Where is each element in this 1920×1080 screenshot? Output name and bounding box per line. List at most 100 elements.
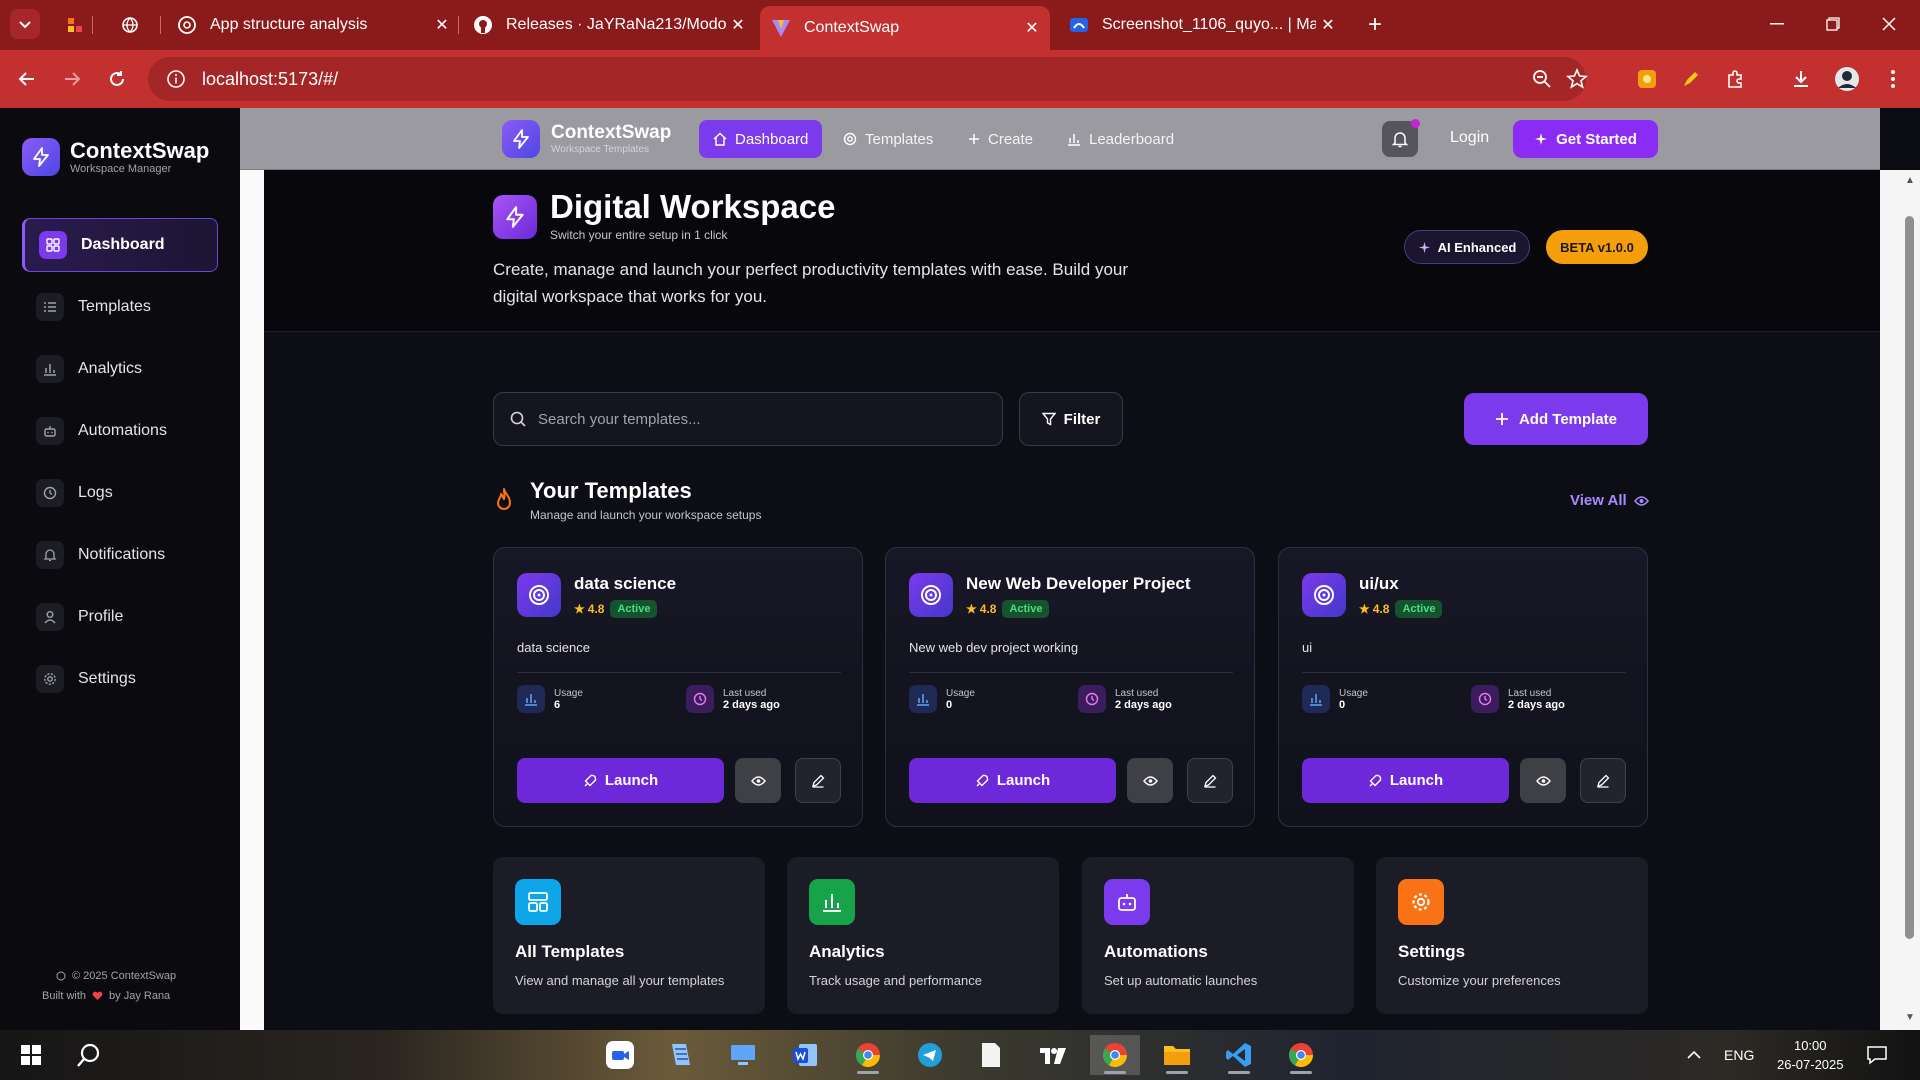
sidebar-item-templates[interactable]: Templates xyxy=(22,280,218,334)
extensions-puzzle-icon[interactable] xyxy=(1720,64,1750,94)
taskbar-app-chrome-profile[interactable] xyxy=(1276,1035,1326,1075)
sidebar-item-dashboard[interactable]: Dashboard xyxy=(22,218,218,272)
taskbar-app-chrome-active[interactable] xyxy=(1090,1035,1140,1075)
download-icon[interactable] xyxy=(1786,64,1816,94)
quick-link-subtitle: Set up automatic launches xyxy=(1104,973,1258,988)
quick-link-all-templates[interactable]: All Templates View and manage all your t… xyxy=(493,857,765,1014)
browser-tab-active[interactable]: ContextSwap ✕ xyxy=(760,6,1050,50)
scroll-down-arrow-icon[interactable]: ▼ xyxy=(1904,1013,1916,1023)
nav-templates[interactable]: Templates xyxy=(843,120,933,158)
browser-menu-icon[interactable] xyxy=(1878,64,1908,94)
launch-button[interactable]: Launch xyxy=(1302,758,1509,803)
notification-center-icon xyxy=(1867,1046,1887,1065)
new-tab-button[interactable]: + xyxy=(1360,10,1390,40)
zoom-icon[interactable] xyxy=(1532,69,1552,89)
quick-link-subtitle: View and manage all your templates xyxy=(515,973,725,988)
sidebar-brand-name: ContextSwap xyxy=(70,138,210,163)
add-template-button[interactable]: Add Template xyxy=(1464,393,1648,445)
login-link[interactable]: Login xyxy=(1450,129,1489,147)
edit-button[interactable] xyxy=(1580,758,1626,803)
forward-button[interactable] xyxy=(57,64,87,94)
address-bar[interactable]: localhost:5173/#/ xyxy=(148,57,1588,101)
nav-leaderboard[interactable]: Leaderboard xyxy=(1067,120,1174,158)
back-button[interactable] xyxy=(12,64,42,94)
search-input[interactable] xyxy=(538,410,978,428)
launch-button[interactable]: Launch xyxy=(909,758,1116,803)
nav-create[interactable]: Create xyxy=(968,120,1033,158)
site-info-icon[interactable] xyxy=(154,69,198,89)
header-brand[interactable]: ContextSwap Workspace Templates xyxy=(551,122,671,155)
preview-button[interactable] xyxy=(735,758,781,803)
bookmark-star-icon[interactable] xyxy=(1566,68,1588,90)
profile-avatar-icon[interactable] xyxy=(1832,64,1862,94)
close-window-button[interactable] xyxy=(1866,8,1912,40)
pinned-tab-globe[interactable] xyxy=(117,12,143,38)
pencil-icon xyxy=(812,774,825,788)
taskbar-app-word[interactable] xyxy=(780,1035,830,1075)
target-icon xyxy=(517,573,561,617)
reload-button[interactable] xyxy=(102,64,132,94)
sidebar-item-analytics[interactable]: Analytics xyxy=(22,342,218,396)
notifications-button[interactable] xyxy=(1382,119,1420,157)
scroll-up-arrow-icon[interactable]: ▲ xyxy=(1904,176,1916,186)
minimize-button[interactable] xyxy=(1754,8,1800,40)
tray-overflow-button[interactable] xyxy=(1686,1030,1702,1080)
taskbar-app-file-explorer[interactable] xyxy=(1152,1035,1202,1075)
chevron-up-icon xyxy=(1687,1050,1701,1059)
nav-dashboard[interactable]: Dashboard xyxy=(699,120,823,158)
taskbar-app-zoom[interactable] xyxy=(595,1035,645,1075)
sidebar-item-profile[interactable]: Profile xyxy=(22,590,218,644)
pen-extension-icon[interactable] xyxy=(1676,64,1706,94)
usage-value: 0 xyxy=(1339,698,1346,711)
browser-tab[interactable]: Releases · JaYRaNa213/ModoC ✕ xyxy=(468,7,750,43)
tab-title: App structure analysis xyxy=(210,16,368,33)
search-button[interactable] xyxy=(64,1035,114,1075)
edit-button[interactable] xyxy=(795,758,841,803)
scrollbar-thumb[interactable] xyxy=(1905,216,1914,939)
taskbar-app-telegram[interactable] xyxy=(905,1035,955,1075)
notification-center-button[interactable] xyxy=(1866,1030,1888,1080)
template-card[interactable]: New Web Developer Project ★ 4.8 Active Ne… xyxy=(885,547,1255,827)
pinned-tab-extensions[interactable] xyxy=(62,12,88,38)
close-icon[interactable]: ✕ xyxy=(726,13,750,37)
sidebar-item-notifications[interactable]: Notifications xyxy=(22,528,218,582)
quick-link-automations[interactable]: Automations Set up automatic launches xyxy=(1082,857,1354,1014)
get-started-button[interactable]: Get Started xyxy=(1513,120,1658,158)
close-icon[interactable]: ✕ xyxy=(1020,16,1044,40)
launch-button[interactable]: Launch xyxy=(517,758,724,803)
status-badge: Active xyxy=(1002,600,1050,618)
start-button[interactable] xyxy=(6,1035,56,1075)
filter-button[interactable]: Filter xyxy=(1019,392,1123,446)
taskbar-app-vscode[interactable] xyxy=(1214,1035,1264,1075)
clock-icon xyxy=(36,479,64,507)
extension-icon[interactable] xyxy=(1632,64,1662,94)
view-all-link[interactable]: View All xyxy=(1570,492,1649,509)
header-brand-logo[interactable] xyxy=(502,120,540,158)
taskbar-app-document[interactable] xyxy=(966,1035,1016,1075)
taskbar-app-tradingview[interactable] xyxy=(1028,1035,1078,1075)
preview-button[interactable] xyxy=(1520,758,1566,803)
close-icon[interactable]: ✕ xyxy=(430,13,454,37)
sidebar-item-logs[interactable]: Logs xyxy=(22,466,218,520)
preview-button[interactable] xyxy=(1127,758,1173,803)
tab-search-button[interactable] xyxy=(10,9,40,39)
search-field[interactable] xyxy=(493,392,1003,446)
quick-link-settings[interactable]: Settings Customize your preferences xyxy=(1376,857,1648,1014)
restore-button[interactable] xyxy=(1810,8,1856,40)
taskbar-app-chrome[interactable] xyxy=(843,1035,893,1075)
close-icon[interactable]: ✕ xyxy=(1316,13,1340,37)
sidebar-brand[interactable]: ContextSwap Workspace Manager xyxy=(22,138,209,176)
template-card[interactable]: ui/ux ★ 4.8 Active ui Usage 0 Last used 2 d… xyxy=(1278,547,1648,827)
taskbar-app-computer[interactable] xyxy=(718,1035,768,1075)
page-scrollbar[interactable]: ▲ ▼ xyxy=(1880,170,1920,1030)
sidebar-item-settings[interactable]: Settings xyxy=(22,652,218,706)
language-indicator[interactable]: ENG xyxy=(1724,1030,1754,1080)
taskbar-clock[interactable]: 10:00 26-07-2025 xyxy=(1777,1036,1844,1074)
browser-tab[interactable]: Screenshot_1106_quyo... | Mana ✕ xyxy=(1058,7,1340,43)
browser-tab[interactable]: App structure analysis ✕ xyxy=(172,7,454,43)
taskbar-app-notes[interactable] xyxy=(655,1035,705,1075)
template-card[interactable]: data science ★ 4.8 Active data science Us… xyxy=(493,547,863,827)
quick-link-analytics[interactable]: Analytics Track usage and performance xyxy=(787,857,1059,1014)
sidebar-item-automations[interactable]: Automations xyxy=(22,404,218,458)
edit-button[interactable] xyxy=(1187,758,1233,803)
